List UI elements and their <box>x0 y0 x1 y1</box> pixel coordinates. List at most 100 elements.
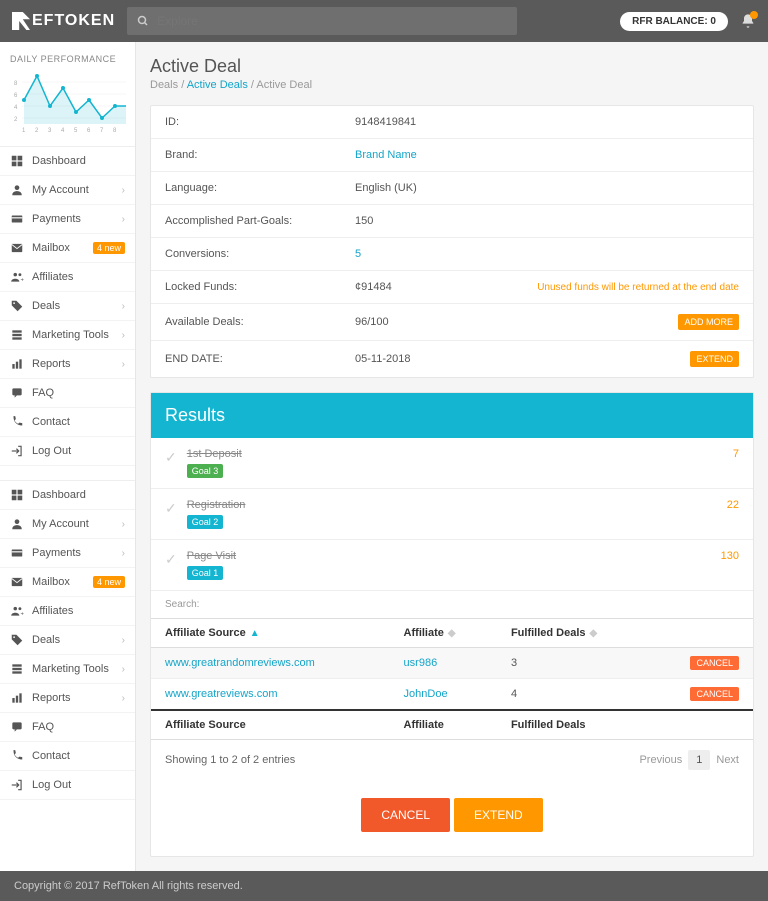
pager-page[interactable]: 1 <box>688 750 710 770</box>
detail-value[interactable]: Brand Name <box>355 149 417 161</box>
result-count: 130 <box>721 550 739 562</box>
nav-item-payments[interactable]: Payments› <box>0 205 135 234</box>
nav-item-dashboard[interactable]: Dashboard <box>0 147 135 176</box>
breadcrumb-root[interactable]: Deals <box>150 79 178 91</box>
breadcrumb-mid[interactable]: Active Deals <box>187 79 248 91</box>
chevron-right-icon: › <box>122 185 125 196</box>
nav-label: Contact <box>32 416 70 428</box>
nav-label: Log Out <box>32 779 71 791</box>
nav-badge: 4 new <box>93 576 125 588</box>
extend-button[interactable]: EXTEND <box>454 798 543 832</box>
th-fulfilled[interactable]: Fulfilled Deals◆ <box>497 619 650 648</box>
nav-label: Mailbox <box>32 576 70 588</box>
nav-item-log-out[interactable]: Log Out <box>0 437 135 466</box>
faq-icon <box>10 386 24 400</box>
balance-pill[interactable]: RFR BALANCE: 0 <box>620 12 728 31</box>
detail-action-button[interactable]: EXTEND <box>690 351 739 367</box>
detail-note: Unused funds will be returned at the end… <box>537 282 739 293</box>
result-row[interactable]: ✓1st DepositGoal 37 <box>151 438 753 489</box>
dashboard-icon <box>10 488 24 502</box>
nav-item-my-account[interactable]: My Account› <box>0 176 135 205</box>
search-input[interactable] <box>157 14 507 28</box>
svg-text:5: 5 <box>74 128 78 134</box>
detail-action-button[interactable]: ADD MORE <box>678 314 739 330</box>
nav-item-dashboard[interactable]: Dashboard <box>0 481 135 510</box>
nav-item-deals[interactable]: Deals› <box>0 292 135 321</box>
sort-icon: ◆ <box>448 628 456 639</box>
nav-label: FAQ <box>32 387 54 399</box>
main-content: Active Deal Deals / Active Deals / Activ… <box>136 42 768 871</box>
search-box[interactable] <box>127 7 517 35</box>
chevron-right-icon: › <box>122 664 125 675</box>
svg-text:+: + <box>21 612 25 618</box>
nav-item-deals[interactable]: Deals › <box>0 626 135 655</box>
chevron-right-icon: › <box>122 359 125 370</box>
source-link[interactable]: www.greatrandomreviews.com <box>165 657 315 669</box>
mini-chart: 8 6 4 2 12 34 56 78 <box>0 68 135 147</box>
nav-label: FAQ <box>32 721 54 733</box>
breadcrumb-leaf: Active Deal <box>256 79 312 91</box>
affiliate-link[interactable]: JohnDoe <box>404 688 448 700</box>
svg-text:4: 4 <box>14 105 18 111</box>
chevron-right-icon: › <box>122 635 125 646</box>
pager-prev[interactable]: Previous <box>639 754 682 766</box>
nav-label: Mailbox <box>32 242 70 254</box>
nav-label: Deals <box>32 634 60 646</box>
row-cancel-button[interactable]: CANCEL <box>690 687 739 701</box>
notification-dot <box>750 11 758 19</box>
detail-row: Language:English (UK) <box>151 172 753 205</box>
cancel-button[interactable]: CANCEL <box>361 798 450 832</box>
th-affiliate[interactable]: Affiliate◆ <box>390 619 497 648</box>
nav-item-mailbox[interactable]: Mailbox 4 new <box>0 568 135 597</box>
contact-icon <box>10 415 24 429</box>
marketing-icon <box>10 328 24 342</box>
nav-label: Reports <box>32 692 71 704</box>
nav-item-affiliates[interactable]: +Affiliates <box>0 597 135 626</box>
results-panel: Results ✓1st DepositGoal 37✓Registration… <box>150 392 754 857</box>
svg-text:6: 6 <box>14 93 18 99</box>
detail-row: Brand:Brand Name <box>151 139 753 172</box>
pager-next[interactable]: Next <box>716 754 739 766</box>
cell-fulfilled: 4 <box>497 679 650 711</box>
nav-item-affiliates[interactable]: +Affiliates <box>0 263 135 292</box>
svg-text:1: 1 <box>22 128 26 134</box>
result-row[interactable]: ✓Page VisitGoal 1130 <box>151 540 753 591</box>
nav-item-payments[interactable]: Payments› <box>0 539 135 568</box>
nav-label: Marketing Tools <box>32 329 109 341</box>
chevron-right-icon: › <box>122 301 125 312</box>
nav-item-reports[interactable]: Reports› <box>0 684 135 713</box>
faq-icon <box>10 720 24 734</box>
nav-secondary: DashboardMy Account›Payments›Mailbox4 ne… <box>0 480 135 800</box>
source-link[interactable]: www.greatreviews.com <box>165 688 277 700</box>
result-row[interactable]: ✓RegistrationGoal 222 <box>151 489 753 540</box>
logo[interactable]: EFTOKEN <box>12 12 115 30</box>
cell-source: www.greatrandomreviews.com <box>151 648 390 679</box>
nav-item-contact[interactable]: Contact <box>0 742 135 771</box>
svg-text:4: 4 <box>61 128 65 134</box>
nav-item-marketing-tools[interactable]: Marketing Tools› <box>0 655 135 684</box>
nav-item-log-out[interactable]: Log Out <box>0 771 135 800</box>
pager: Previous 1 Next <box>639 750 739 770</box>
tf-fulfilled: Fulfilled Deals <box>497 710 650 740</box>
nav-item-faq[interactable]: FAQ <box>0 379 135 408</box>
nav-item-contact[interactable]: Contact <box>0 408 135 437</box>
detail-label: Locked Funds: <box>165 281 355 293</box>
affiliate-link[interactable]: usr986 <box>404 657 438 669</box>
deals-icon <box>10 299 24 313</box>
row-cancel-button[interactable]: CANCEL <box>690 656 739 670</box>
nav-label: Reports <box>32 358 71 370</box>
nav-item-reports[interactable]: Reports › <box>0 350 135 379</box>
notification-bell[interactable] <box>740 13 756 29</box>
svg-text:3: 3 <box>48 128 52 134</box>
account-icon <box>10 517 24 531</box>
logo-text: EFTOKEN <box>32 12 115 30</box>
sort-icon: ◆ <box>590 628 598 639</box>
nav-badge: 4 new <box>93 242 125 254</box>
detail-value[interactable]: 5 <box>355 248 361 260</box>
nav-label: Payments <box>32 547 81 559</box>
nav-item-my-account[interactable]: My Account› <box>0 510 135 539</box>
nav-item-faq[interactable]: FAQ <box>0 713 135 742</box>
th-source[interactable]: Affiliate Source▲ <box>151 619 390 648</box>
nav-item-marketing-tools[interactable]: Marketing Tools› <box>0 321 135 350</box>
nav-item-mailbox[interactable]: Mailbox 4 new <box>0 234 135 263</box>
